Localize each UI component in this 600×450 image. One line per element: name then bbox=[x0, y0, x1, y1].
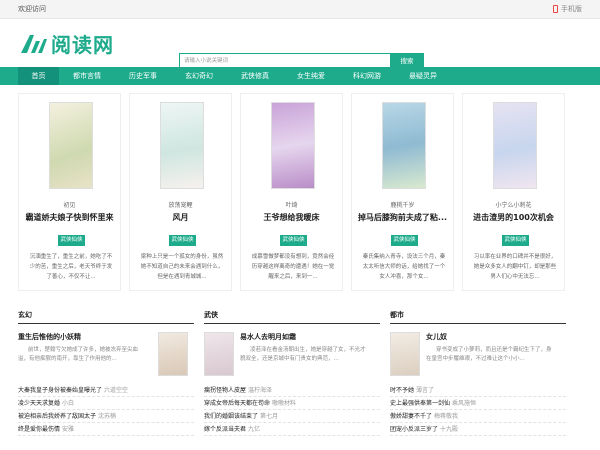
book-desc: 成慕雪做梦都没有想到，竟然会经历穿越这样离奇的遭遇！她在一觉醒来之后，来到一..… bbox=[251, 254, 335, 280]
book-desc: 秦氏集纳入青寺，设法三个月，秦太太听信大师的话，给她找了一个女人冲喜，那个女..… bbox=[362, 254, 446, 280]
lead-book-cover[interactable] bbox=[390, 332, 420, 376]
book-desc: 梁种上只是一个孤女的身份，虽然她不知道自己的未来会遇到什么，但是在遇到青城城..… bbox=[140, 254, 224, 280]
genre-tag[interactable]: 武侠仙侠 bbox=[391, 235, 418, 246]
list-item[interactable]: 凌少天天求复婚 小白 bbox=[18, 397, 194, 410]
book-author: 鹿桃千岁 bbox=[390, 202, 415, 209]
lead-book[interactable]: 女儿奴 穿书变成了小萝莉，而且还是个霸纪生下了，身在皇宫中步履维艰，不过难让这个… bbox=[390, 332, 566, 384]
top-bar: 欢迎访问 手机版 bbox=[0, 0, 600, 19]
book-desc: 习以率在业界的口碑并不是很好，她是众多女人的翻中钉，却是那些男人们心中无法忘..… bbox=[473, 254, 557, 280]
book-cover[interactable] bbox=[160, 102, 204, 189]
column-title[interactable]: 都市 bbox=[390, 310, 566, 324]
book-author: 初见 bbox=[63, 202, 76, 209]
book-author: 叶绮 bbox=[285, 202, 298, 209]
book-card[interactable]: 初见 霸道娇夫娘子快到怀里来 武侠仙侠 沉湎重生了，重生之前，她吃了不少的苦，重… bbox=[18, 93, 121, 291]
header: 阅读网 请输入小说关键词 搜索 bbox=[0, 19, 600, 70]
nav-item-mystery[interactable]: 悬疑灵异 bbox=[395, 67, 451, 85]
lead-book-cover[interactable] bbox=[158, 332, 188, 376]
book-cover[interactable] bbox=[49, 102, 93, 189]
list-item[interactable]: 嫁个反派当夫君 九亿 bbox=[204, 423, 380, 436]
lead-book-title[interactable]: 易水人去明月如霜 bbox=[240, 332, 380, 342]
lead-book[interactable]: 易水人去明月如霜 凌若泽在看金汤朝出生，她是穿越了女，不光才貌双全，还是京城中有… bbox=[204, 332, 380, 384]
book-desc: 沉湎重生了，重生之前，她吃了不少的苦，重生之后，老天爷终于发了善心，不仅不让..… bbox=[29, 254, 113, 280]
lead-book-desc: 穿书变成了小萝莉，而且还是个霸纪生下了，身在皇宫中步履维艰，不过难让这个小小..… bbox=[426, 347, 552, 362]
list-item[interactable]: 史上最强供奉第一剑仙 乘风施恒 bbox=[390, 397, 566, 410]
book-list: 时不予她 薄言了 史上最强供奉第一剑仙 乘风施恒 傲娇甜妻不千了 梅蒋敬我 团宠小反派… bbox=[390, 384, 566, 436]
book-title[interactable]: 风月 bbox=[130, 212, 231, 223]
book-title[interactable]: 掉马后膝狗前夫成了粘... bbox=[352, 212, 453, 223]
featured-books: 初见 霸道娇夫娘子快到怀里来 武侠仙侠 沉湎重生了，重生之前，她吃了不少的苦，重… bbox=[18, 93, 582, 293]
column-title[interactable]: 武侠 bbox=[204, 310, 380, 324]
nav-item-scifi[interactable]: 科幻网游 bbox=[339, 67, 395, 85]
phone-icon bbox=[553, 5, 558, 13]
book-title[interactable]: 霸道娇夫娘子快到怀里来 bbox=[19, 212, 120, 223]
book-cover[interactable] bbox=[493, 102, 537, 189]
book-card[interactable]: 放荡宠鲤 风月 武侠仙侠 梁种上只是一个孤女的身份，虽然她不知道自己的未来会遇到… bbox=[129, 93, 232, 291]
list-item[interactable]: 被迫相亲后我娇养了敌国太子 沈苏楠 bbox=[18, 410, 194, 423]
book-cover[interactable] bbox=[271, 102, 315, 189]
logo-icon bbox=[21, 34, 47, 53]
mobile-version-link[interactable]: 手机版 bbox=[553, 4, 582, 14]
nav-item-wuxia[interactable]: 武侠修真 bbox=[227, 67, 283, 85]
main-nav: 首页 都市言情 历史军事 玄幻奇幻 武侠修真 女生纯爱 科幻网游 悬疑灵异 bbox=[0, 67, 600, 85]
list-item[interactable]: 团宠小反派三岁了 十九殿 bbox=[390, 423, 566, 436]
nav-item-girls[interactable]: 女生纯爱 bbox=[283, 67, 339, 85]
nav-item-home[interactable]: 首页 bbox=[18, 67, 59, 85]
welcome-text: 欢迎访问 bbox=[18, 5, 46, 13]
book-author: 放荡宠鲤 bbox=[168, 202, 193, 209]
site-logo[interactable]: 阅读网 bbox=[18, 29, 114, 58]
book-card[interactable]: 小宁么小刺花 进击渣男的100次机会 武侠仙侠 习以率在业界的口碑并不是很好，她… bbox=[462, 93, 565, 291]
logo-text: 阅读网 bbox=[51, 33, 114, 57]
genre-tag[interactable]: 武侠仙侠 bbox=[502, 235, 529, 246]
book-author: 小宁么小刺花 bbox=[495, 202, 532, 209]
category-column: 玄幻 重生后惟他的小妖精 前世，楚翰亏欠她成了许多，她被冻弃至尖血溢，有他痴狠的… bbox=[18, 310, 194, 436]
lead-book[interactable]: 重生后惟他的小妖精 前世，楚翰亏欠她成了许多，她被冻弃至尖血溢，有他痴狠的南开，… bbox=[18, 332, 194, 384]
list-item[interactable]: 时不予她 薄言了 bbox=[390, 384, 566, 397]
lead-book-desc: 凌若泽在看金汤朝出生，她是穿越了女，不光才貌双全，还是京城中有门贵女的典范，..… bbox=[240, 347, 366, 362]
book-title[interactable]: 进击渣男的100次机会 bbox=[463, 212, 564, 223]
list-item[interactable]: 瘸拐怪物人皮屋 温柠海泽 bbox=[204, 384, 380, 397]
mobile-version-label: 手机版 bbox=[561, 5, 582, 13]
book-card[interactable]: 叶绮 王爷想给我暖床 武侠仙侠 成慕雪做梦都没有想到，竟然会经历穿越这样离奇的遭… bbox=[240, 93, 343, 291]
column-title[interactable]: 玄幻 bbox=[18, 310, 194, 324]
genre-tag[interactable]: 武侠仙侠 bbox=[280, 235, 307, 246]
lead-book-cover[interactable] bbox=[204, 332, 234, 376]
list-item[interactable]: 傲娇甜妻不千了 梅蒋敬我 bbox=[390, 410, 566, 423]
book-card[interactable]: 鹿桃千岁 掉马后膝狗前夫成了粘... 武侠仙侠 秦氏集纳入青寺，设法三个月，秦太… bbox=[351, 93, 454, 291]
list-item[interactable]: 终是爱你最伤情 安雅 bbox=[18, 423, 194, 436]
list-item[interactable]: 穿成女帝后每天都在苟命 嗷嗷材料 bbox=[204, 397, 380, 410]
book-cover[interactable] bbox=[382, 102, 426, 189]
genre-tag[interactable]: 武侠仙侠 bbox=[169, 235, 196, 246]
list-item[interactable]: 我们的婚姻该结束了 第七月 bbox=[204, 410, 380, 423]
lead-book-desc: 前世，楚翰亏欠她成了许多，她被冻弃至尖血溢，有他痴狠的南开，靠生了作用他的... bbox=[18, 347, 139, 362]
book-title[interactable]: 王爷想给我暖床 bbox=[241, 212, 342, 223]
category-column: 武侠 易水人去明月如霜 凌若泽在看金汤朝出生，她是穿越了女，不光才貌双全，还是京… bbox=[204, 310, 380, 436]
list-item[interactable]: 大秦我皇子身份被秦始皇曝光了 六道空空 bbox=[18, 384, 194, 397]
category-column: 都市 女儿奴 穿书变成了小萝莉，而且还是个霸纪生下了，身在皇宫中步履维艰，不过难… bbox=[390, 310, 566, 436]
lead-book-title[interactable]: 女儿奴 bbox=[426, 332, 566, 342]
nav-item-history-military[interactable]: 历史军事 bbox=[115, 67, 171, 85]
genre-tag[interactable]: 武侠仙侠 bbox=[58, 235, 85, 246]
nav-item-urban-romance[interactable]: 都市言情 bbox=[59, 67, 115, 85]
book-list: 瘸拐怪物人皮屋 温柠海泽 穿成女帝后每天都在苟命 嗷嗷材料 我们的婚姻该结束了 第七月… bbox=[204, 384, 380, 436]
nav-item-fantasy[interactable]: 玄幻奇幻 bbox=[171, 67, 227, 85]
book-list: 大秦我皇子身份被秦始皇曝光了 六道空空 凌少天天求复婚 小白 被迫相亲后我娇养了敌国… bbox=[18, 384, 194, 436]
